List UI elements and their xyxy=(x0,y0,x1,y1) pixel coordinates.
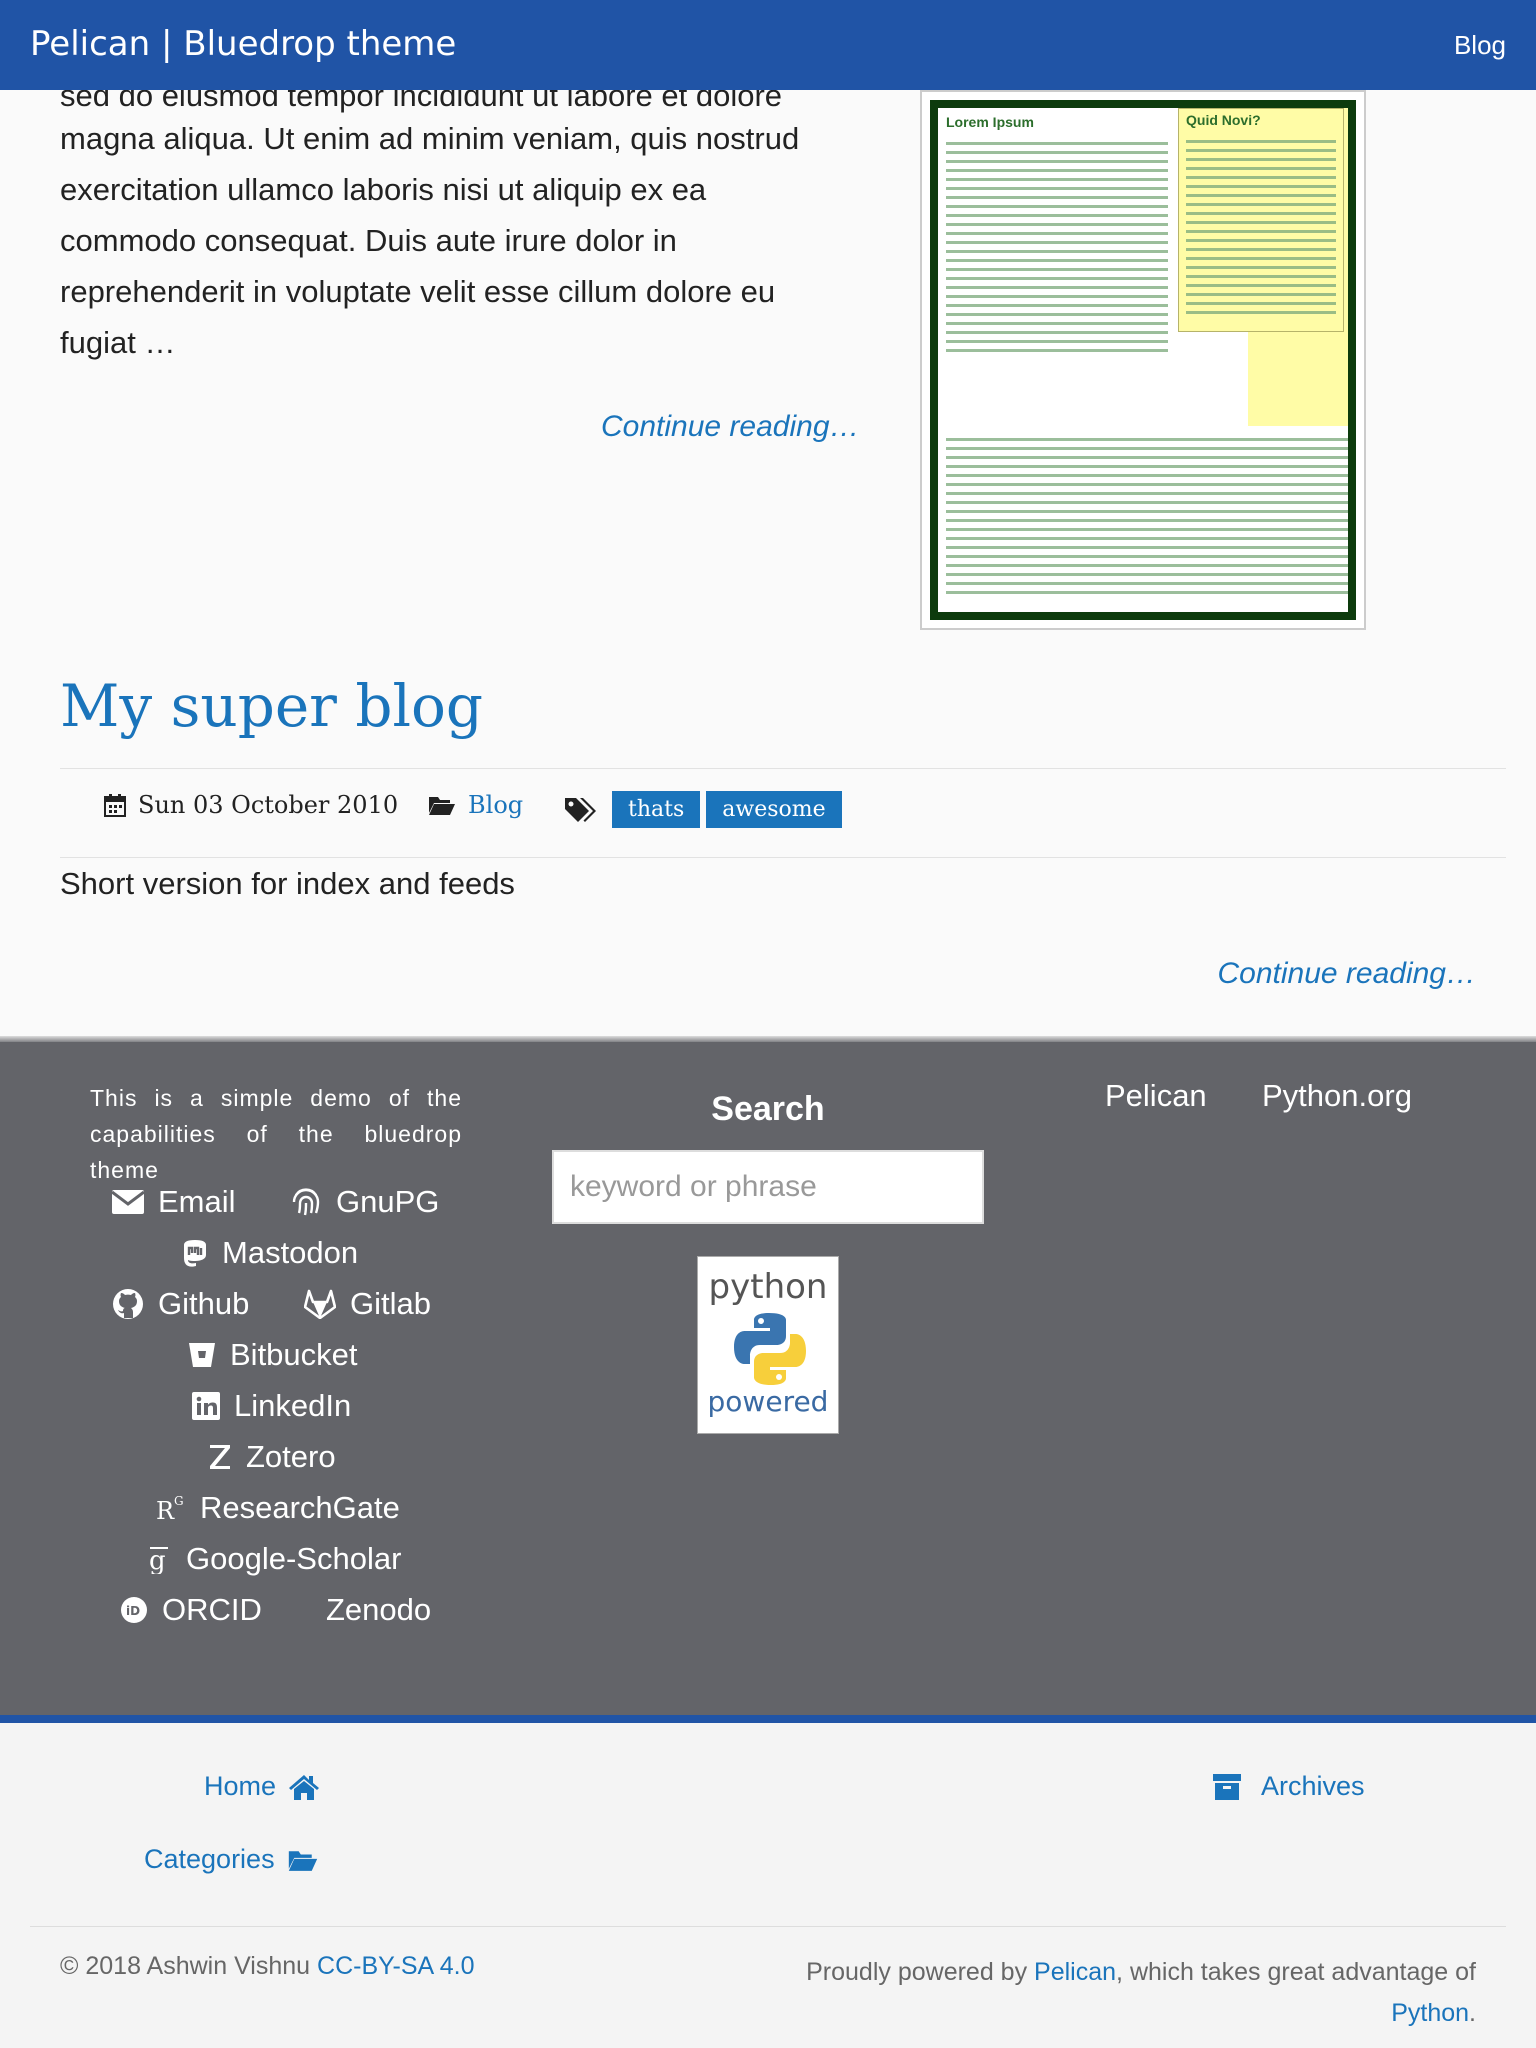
home-icon xyxy=(289,1774,320,1800)
thumbnail-box-heading: Quid Novi? xyxy=(1186,112,1261,128)
bottom-nav-archives[interactable]: Archives xyxy=(1213,1771,1365,1802)
post-category: Blog xyxy=(428,791,523,819)
post-meta: Sun 03 October 2010 Blog thats awesome xyxy=(60,768,1506,858)
github-icon xyxy=(112,1288,144,1320)
powered-python-link[interactable]: Python xyxy=(1391,1999,1469,2027)
thumbnail-text-bottom xyxy=(946,438,1348,600)
post-summary: Short version for index and feeds xyxy=(60,866,515,901)
bottom-nav-home-label: Home xyxy=(204,1771,277,1801)
social-gitlab-label: Gitlab xyxy=(350,1286,431,1321)
bottom-nav-home[interactable]: Home xyxy=(204,1771,320,1802)
svg-text:G: G xyxy=(174,1494,184,1508)
thumbnail-page: Lorem Ipsum Quid Novi? xyxy=(938,108,1348,612)
post-category-link[interactable]: Blog xyxy=(468,791,523,819)
site-brand[interactable]: Pelican | Bluedrop theme xyxy=(30,24,456,64)
top-navbar: Pelican | Bluedrop theme Blog xyxy=(0,0,1536,90)
post-tags: thats awesome xyxy=(564,791,848,828)
continue-reading-link-2[interactable]: Continue reading… xyxy=(1217,957,1476,991)
social-google-scholar-label: Google-Scholar xyxy=(186,1541,402,1576)
social-gitlab[interactable]: Gitlab xyxy=(304,1284,431,1324)
social-zotero[interactable]: Zotero xyxy=(208,1437,336,1477)
site-footer: This is a simple demo of the capabilitie… xyxy=(0,1042,1536,1715)
social-gnupg-label: GnuPG xyxy=(336,1184,440,1219)
thumbnail-text-left xyxy=(946,142,1168,358)
powered-prefix: Proudly powered by xyxy=(806,1958,1028,1986)
social-email-label: Email xyxy=(158,1184,236,1219)
folder-open-icon xyxy=(429,797,455,815)
linkedin-icon xyxy=(192,1392,220,1420)
article-list: sed do eiusmod tempor incididunt ut labo… xyxy=(0,78,1536,1042)
bottom-divider xyxy=(30,1926,1506,1927)
gitlab-icon xyxy=(304,1289,336,1319)
social-mastodon-label: Mastodon xyxy=(222,1235,359,1270)
continue-reading-link[interactable]: Continue reading… xyxy=(601,410,860,444)
powered-suffix: . xyxy=(1469,1999,1476,2027)
search-heading: Search xyxy=(711,1090,825,1128)
footer-link-python[interactable]: Python.org xyxy=(1262,1078,1412,1114)
copyright-text: © 2018 Ashwin Vishnu xyxy=(60,1952,311,1980)
social-orcid[interactable]: iD ORCID xyxy=(120,1590,262,1630)
orcid-icon: iD xyxy=(120,1596,148,1624)
bottom-nav-categories-label: Categories xyxy=(144,1844,275,1874)
post-date: Sun 03 October 2010 xyxy=(104,791,398,819)
bottom-nav-categories[interactable]: Categories xyxy=(144,1844,319,1875)
social-zenodo-label: Zenodo xyxy=(326,1592,432,1627)
social-github-label: Github xyxy=(158,1286,250,1321)
social-zotero-label: Zotero xyxy=(246,1439,336,1474)
bottom-nav-archives-label: Archives xyxy=(1261,1771,1365,1801)
social-email[interactable]: Email xyxy=(112,1182,236,1222)
tag-thats[interactable]: thats xyxy=(612,791,701,828)
social-zenodo[interactable]: Zenodo xyxy=(326,1590,431,1630)
powered-by: Proudly powered by Pelican, which takes … xyxy=(716,1952,1476,2034)
post-title[interactable]: My super blog xyxy=(60,672,483,740)
social-linkedin-label: LinkedIn xyxy=(234,1388,352,1423)
social-linkedin[interactable]: LinkedIn xyxy=(192,1386,351,1426)
license-link[interactable]: CC-BY-SA 4.0 xyxy=(317,1952,474,1980)
fingerprint-icon xyxy=(290,1186,322,1218)
social-gnupg[interactable]: GnuPG xyxy=(290,1182,439,1222)
mastodon-icon xyxy=(182,1239,208,1267)
social-researchgate[interactable]: RG ResearchGate xyxy=(156,1488,400,1528)
zotero-icon xyxy=(208,1443,232,1471)
search-input[interactable]: keyword or phrase xyxy=(552,1150,984,1224)
badge-top-text: python xyxy=(708,1267,828,1307)
researchgate-icon: RG xyxy=(156,1493,186,1523)
folder-open-icon xyxy=(288,1850,317,1871)
thumbnail-text-box xyxy=(1186,140,1336,320)
calendar-icon xyxy=(104,794,126,817)
social-mastodon[interactable]: Mastodon xyxy=(182,1233,358,1273)
social-bitbucket[interactable]: Bitbucket xyxy=(188,1335,358,1375)
tag-awesome[interactable]: awesome xyxy=(706,791,842,828)
svg-text:g: g xyxy=(149,1546,166,1574)
archive-icon xyxy=(1213,1773,1241,1800)
post-excerpt: magna aliqua. Ut enim ad minim veniam, q… xyxy=(60,121,800,360)
tags-icon xyxy=(565,797,596,822)
social-researchgate-label: ResearchGate xyxy=(200,1490,400,1525)
svg-text:iD: iD xyxy=(126,1604,140,1618)
copyright: © 2018 Ashwin Vishnu CC-BY-SA 4.0 xyxy=(60,1952,475,1981)
python-powered-badge[interactable]: python powered xyxy=(697,1256,839,1434)
social-orcid-label: ORCID xyxy=(162,1592,262,1627)
thumbnail-frame: Lorem Ipsum Quid Novi? xyxy=(930,100,1356,620)
post-date-text: Sun 03 October 2010 xyxy=(138,791,399,819)
powered-pelican-link[interactable]: Pelican xyxy=(1034,1958,1116,1986)
footer-divider-bar xyxy=(0,1715,1536,1723)
post-thumbnail[interactable]: Lorem Ipsum Quid Novi? xyxy=(920,90,1366,630)
powered-middle: , which takes great advantage of xyxy=(1116,1958,1476,1986)
social-bitbucket-label: Bitbucket xyxy=(230,1337,358,1372)
nav-blog-link[interactable]: Blog xyxy=(1454,30,1506,61)
badge-bottom-text: powered xyxy=(707,1385,829,1418)
footer-link-pelican[interactable]: Pelican xyxy=(1105,1078,1207,1114)
envelope-icon xyxy=(112,1190,144,1214)
social-github[interactable]: Github xyxy=(112,1284,249,1324)
social-google-scholar[interactable]: g Google-Scholar xyxy=(148,1539,401,1579)
python-logo-icon xyxy=(734,1313,806,1385)
svg-text:R: R xyxy=(156,1497,175,1523)
thumbnail-heading: Lorem Ipsum xyxy=(946,114,1034,130)
bitbucket-icon xyxy=(188,1341,216,1369)
google-scholar-icon: g xyxy=(148,1544,172,1574)
footer-about: This is a simple demo of the capabilitie… xyxy=(90,1085,462,1183)
bottom-footer: Home Archives Categories © 2018 Ashwin V… xyxy=(0,1723,1536,2048)
